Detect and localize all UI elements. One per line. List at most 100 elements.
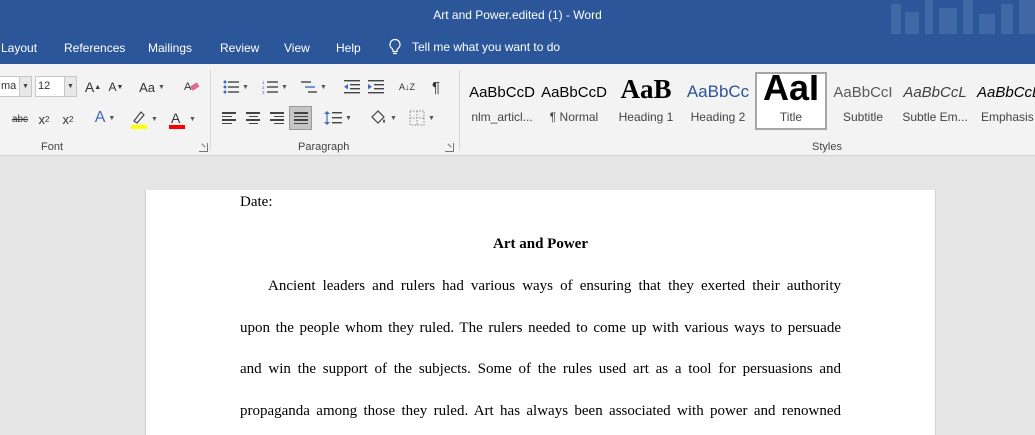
text-effects-icon: A (94, 109, 106, 126)
style-normal[interactable]: AaBbCcD ¶ Normal (538, 72, 610, 130)
font-size-combo[interactable]: 12 ▼ (35, 76, 77, 97)
bullets-button[interactable]: ▼ (220, 78, 252, 96)
styles-gallery: AaBbCcD nlm_articl... AaBbCcD ¶ Normal A… (466, 67, 1035, 134)
style-heading-1[interactable]: AaB Heading 1 (610, 72, 682, 130)
align-center-button[interactable] (244, 108, 262, 128)
style-preview: AaBbCcD (469, 84, 535, 101)
tab-view[interactable]: View (284, 41, 310, 55)
shrink-font-icon: A (108, 80, 117, 94)
style-name: Subtle Em... (902, 110, 968, 124)
strikethrough-button[interactable]: abc (9, 110, 31, 128)
subscript-mark: 2 (45, 114, 50, 124)
clear-formatting-button[interactable]: A (182, 77, 202, 97)
pilcrow-icon: ¶ (431, 78, 441, 96)
window-title: Art and Power.edited (1) - Word (433, 8, 602, 22)
tab-layout[interactable]: Layout (1, 41, 37, 55)
sort-icon: A↓Z (398, 81, 415, 92)
style-subtitle[interactable]: AaBbCcI Subtitle (827, 72, 899, 130)
style-name: Heading 1 (618, 110, 674, 124)
chevron-down-icon[interactable]: ▼ (19, 77, 31, 96)
bullet-list-icon (223, 80, 240, 94)
increase-indent-button[interactable] (366, 78, 386, 96)
tab-references[interactable]: References (64, 41, 125, 55)
document-page[interactable]: Date: Art and Power Ancient leaders and … (145, 190, 936, 435)
svg-text:A: A (171, 110, 181, 126)
multilevel-list-button[interactable]: ▼ (298, 78, 330, 96)
font-name-value: ma (1, 80, 17, 92)
style-name: Title (779, 110, 803, 124)
styles-group-label: Styles (812, 141, 842, 153)
numbered-list-icon: 1 2 3 (262, 80, 279, 94)
tab-mailings[interactable]: Mailings (148, 41, 192, 55)
justify-button[interactable] (289, 106, 312, 130)
change-case-icon: Aa (139, 79, 155, 95)
borders-button[interactable]: ▼ (406, 108, 438, 128)
superscript-button[interactable]: x2 (60, 110, 76, 128)
superscript-mark: 2 (69, 114, 74, 124)
document-canvas[interactable]: Date: Art and Power Ancient leaders and … (0, 157, 1035, 435)
tell-me-search[interactable]: Tell me what you want to do (388, 38, 560, 56)
paragraph-line: upon the people whom they ruled. The rul… (240, 320, 841, 336)
paragraph-group-label: Paragraph (298, 141, 350, 153)
style-subtle-emphasis[interactable]: AaBbCcL Subtle Em... (899, 72, 971, 130)
text-effects-button[interactable]: A ▼ (90, 108, 120, 128)
group-separator (210, 70, 211, 150)
lightbulb-icon (389, 38, 401, 55)
shading-button[interactable]: ▼ (366, 108, 400, 128)
line-spacing-button[interactable]: ▼ (322, 108, 354, 128)
font-name-combo[interactable]: ma ▼ (0, 76, 32, 97)
style-preview: AaBbCc (686, 82, 750, 101)
subscript-button[interactable]: x2 (36, 110, 52, 128)
title-bar-decoration (885, 0, 1035, 34)
svg-text:3: 3 (262, 90, 265, 94)
align-center-icon (246, 112, 260, 124)
style-preview: AaBbCcL (903, 84, 967, 101)
font-group-label: Font (41, 141, 64, 153)
decrease-indent-button[interactable] (342, 78, 362, 96)
style-heading-2[interactable]: AaBbCc Heading 2 (682, 72, 754, 130)
increase-indent-icon (368, 80, 384, 94)
group-separator (459, 70, 460, 150)
ribbon: ma ▼ 12 ▼ A▲ A▼ Aa▼ A abc x2 x2 A▼ ▼ (0, 64, 1035, 156)
strikethrough-icon: abc (11, 113, 29, 125)
sort-button[interactable]: A↓Z (396, 76, 418, 98)
paragraph-line: Ancient leaders and rulers had various w… (268, 278, 841, 294)
style-preview: AaBbCcL (977, 84, 1035, 101)
borders-icon (409, 110, 425, 126)
tell-me-label: Tell me what you want to do (412, 40, 561, 54)
change-case-button[interactable]: Aa ▼ (136, 78, 168, 96)
style-preview: AaB (620, 74, 672, 104)
highlighter-icon (131, 111, 148, 129)
tab-help[interactable]: Help (336, 41, 361, 55)
style-name: Subtitle (842, 110, 884, 124)
line-spacing-icon (324, 111, 343, 125)
style-name: Heading 2 (690, 110, 746, 124)
grow-font-button[interactable]: A ▲ (84, 78, 102, 96)
style-name: ¶ Normal (549, 110, 599, 124)
document-heading: Art and Power (493, 236, 588, 252)
style-nlm-article[interactable]: AaBbCcD nlm_articl... (466, 72, 538, 130)
chevron-down-icon[interactable]: ▼ (64, 77, 76, 96)
paragraph-line: and win the support of the subjects. Som… (240, 361, 841, 377)
align-right-icon (270, 112, 284, 124)
highlight-color-button[interactable]: ▼ (128, 108, 160, 130)
align-right-button[interactable] (268, 108, 286, 128)
paragraph-dialog-launcher-icon[interactable] (445, 143, 454, 152)
eraser-icon: A (184, 81, 200, 93)
justify-icon (293, 112, 308, 124)
align-left-icon (222, 112, 236, 124)
style-preview: AaI (762, 67, 820, 108)
numbering-button[interactable]: 1 2 3 ▼ (259, 78, 291, 96)
decrease-indent-icon (344, 80, 360, 94)
style-emphasis[interactable]: AaBbCcL Emphasis (971, 72, 1035, 130)
font-color-button[interactable]: A ▼ (166, 108, 198, 130)
shrink-font-button[interactable]: A ▼ (108, 78, 124, 96)
title-bar: Art and Power.edited (1) - Word (0, 0, 1035, 34)
style-title[interactable]: AaI Title (755, 67, 827, 130)
date-line: Date: (240, 194, 273, 210)
show-formatting-marks-button[interactable]: ¶ (426, 76, 446, 98)
font-dialog-launcher-icon[interactable] (199, 143, 208, 152)
align-left-button[interactable] (220, 108, 238, 128)
tab-review[interactable]: Review (220, 41, 259, 55)
grow-font-icon: A (84, 79, 95, 95)
